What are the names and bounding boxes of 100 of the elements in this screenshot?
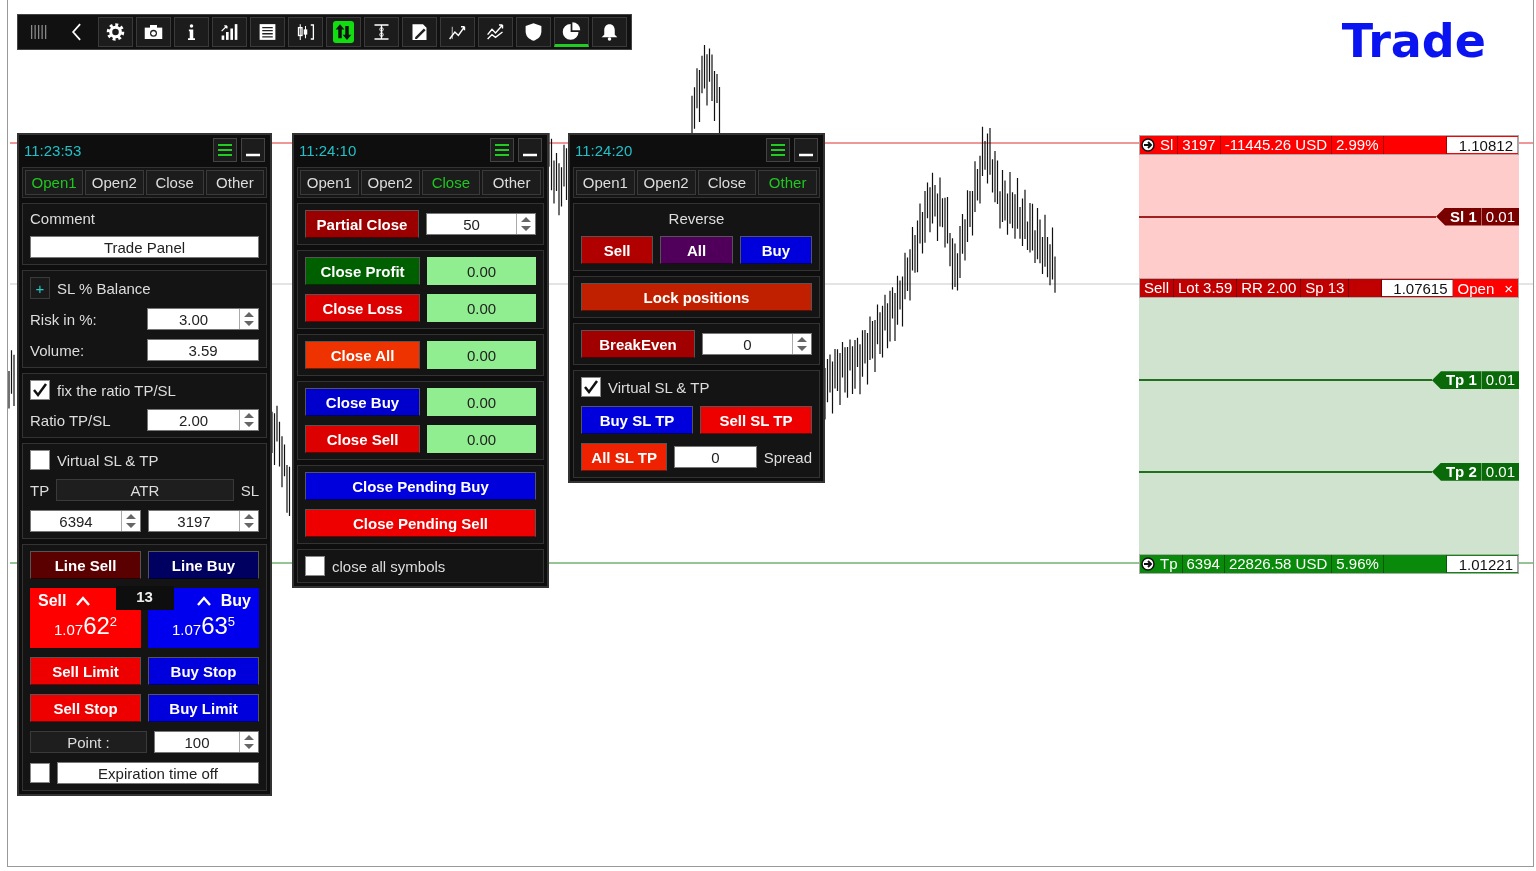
level-tag[interactable]: Tp 1 0.01: [1431, 371, 1519, 390]
toolbar-button[interactable]: [554, 17, 589, 47]
action-button[interactable]: Line Sell: [30, 551, 141, 579]
input-field[interactable]: Trade Panel: [30, 236, 259, 258]
action-button[interactable]: Sell: [581, 236, 654, 264]
menu-icon[interactable]: [213, 138, 237, 162]
tab[interactable]: Open1: [25, 170, 84, 195]
dark-button[interactable]: Point :: [30, 731, 147, 753]
tag-volume: 0.01: [1480, 462, 1519, 481]
field-label: Ratio TP/SL: [30, 411, 112, 429]
minimize-icon[interactable]: [518, 138, 542, 162]
close-button[interactable]: ×: [1499, 279, 1518, 297]
checkbox-label: Virtual SL & TP: [57, 451, 159, 469]
number-field[interactable]: 2.00: [147, 409, 259, 431]
action-button[interactable]: Sell SL TP: [700, 406, 812, 434]
number-field[interactable]: 0: [702, 333, 812, 355]
toolbar-button[interactable]: [402, 17, 437, 47]
toolbar-button[interactable]: [440, 17, 475, 47]
menu-icon[interactable]: [766, 138, 790, 162]
action-button[interactable]: Close All: [305, 341, 420, 369]
number-field[interactable]: 3.00: [147, 308, 259, 330]
toolbar-button[interactable]: [250, 17, 285, 47]
tab[interactable]: Other: [758, 170, 817, 195]
action-button[interactable]: Sell Stop: [30, 694, 141, 722]
action-button[interactable]: Lock positions: [581, 283, 812, 311]
action-button[interactable]: Buy Limit: [148, 694, 259, 722]
toolbar-button[interactable]: [478, 17, 513, 47]
tab[interactable]: Open2: [85, 170, 144, 195]
toolbar-button[interactable]: [592, 17, 627, 47]
value-display: 0.00: [427, 294, 536, 322]
input-field[interactable]: Expiration time off: [57, 762, 259, 784]
tab[interactable]: Other: [205, 170, 264, 195]
tab[interactable]: Other: [482, 170, 541, 195]
action-button[interactable]: Close Profit: [305, 257, 420, 285]
toolbar-button[interactable]: [212, 17, 247, 47]
action-button[interactable]: Buy Stop: [148, 657, 259, 685]
input-field[interactable]: 3.59: [147, 339, 259, 361]
open-button[interactable]: Open: [1452, 279, 1500, 297]
tab[interactable]: Close: [697, 170, 757, 195]
shield-icon: [523, 21, 544, 43]
bar-value: Lot 3.59: [1174, 279, 1238, 297]
price-label: 1.01221: [1447, 556, 1518, 572]
action-button[interactable]: Line Buy: [148, 551, 259, 579]
number-field[interactable]: 50: [426, 213, 536, 235]
drag-handle-icon[interactable]: [1141, 557, 1155, 571]
menu-icon[interactable]: [490, 138, 514, 162]
checkbox-label: fix the ratio TP/SL: [57, 381, 176, 399]
toolbar-button[interactable]: [326, 17, 361, 47]
level-tag[interactable]: Sl 1 0.01: [1436, 207, 1519, 226]
action-button[interactable]: All SL TP: [581, 443, 668, 471]
price-label: 1.07615: [1381, 280, 1453, 296]
toolbar-button[interactable]: [98, 17, 133, 47]
number-field[interactable]: 6394: [30, 510, 141, 532]
action-button[interactable]: Buy: [739, 236, 812, 264]
input-field[interactable]: 0: [674, 446, 757, 468]
tab[interactable]: Close: [145, 170, 204, 195]
value-display: 0.00: [427, 257, 536, 285]
checkbox[interactable]: [30, 763, 50, 783]
tab[interactable]: Open1: [576, 170, 635, 195]
bar-value: 2.99%: [1332, 136, 1384, 154]
action-button[interactable]: Sell Limit: [30, 657, 141, 685]
toolbar-button[interactable]: [136, 17, 171, 47]
action-button[interactable]: Close Buy: [305, 388, 420, 416]
drag-handle-icon[interactable]: [1141, 138, 1155, 152]
action-button[interactable]: Partial Close: [305, 210, 419, 238]
expand-button[interactable]: +: [30, 277, 50, 299]
checkbox[interactable]: [581, 377, 601, 397]
up-down-arrows-icon: [333, 21, 354, 43]
action-button[interactable]: BreakEven: [581, 330, 695, 358]
value-display: 0.00: [427, 341, 536, 369]
action-button[interactable]: Close Loss: [305, 294, 420, 322]
caret-icon: [76, 596, 91, 606]
tab[interactable]: Open1: [300, 170, 359, 195]
field-label: SL: [240, 481, 259, 499]
checkbox[interactable]: [30, 380, 50, 400]
level-tag[interactable]: Tp 2 0.01: [1431, 462, 1519, 481]
number-field[interactable]: 3197: [148, 510, 259, 532]
checkbox[interactable]: [30, 450, 50, 470]
checkbox[interactable]: [305, 556, 325, 576]
panel-time: 11:24:20: [575, 141, 634, 159]
action-button[interactable]: All: [660, 236, 733, 264]
minimize-icon[interactable]: [241, 138, 265, 162]
caret-icon: [196, 596, 211, 606]
minimize-icon[interactable]: [794, 138, 818, 162]
toolbar-button[interactable]: [516, 17, 551, 47]
action-button[interactable]: Close Pending Buy: [305, 472, 536, 500]
action-button[interactable]: Close Pending Sell: [305, 509, 536, 537]
toolbar-button[interactable]: [288, 17, 323, 47]
panel-time: 11:24:10: [299, 141, 358, 159]
number-field[interactable]: 100: [154, 731, 259, 753]
toolbar-button[interactable]: [364, 17, 399, 47]
tab[interactable]: Close: [421, 170, 481, 195]
action-button[interactable]: Close Sell: [305, 425, 420, 453]
tab[interactable]: Open2: [636, 170, 696, 195]
toolbar-button[interactable]: [174, 17, 209, 47]
dark-button[interactable]: ATR: [56, 479, 234, 501]
bar-value: Sl: [1156, 136, 1179, 154]
tab[interactable]: Open2: [360, 170, 420, 195]
action-button[interactable]: Buy SL TP: [581, 406, 693, 434]
pie-chart-icon: [561, 20, 582, 42]
